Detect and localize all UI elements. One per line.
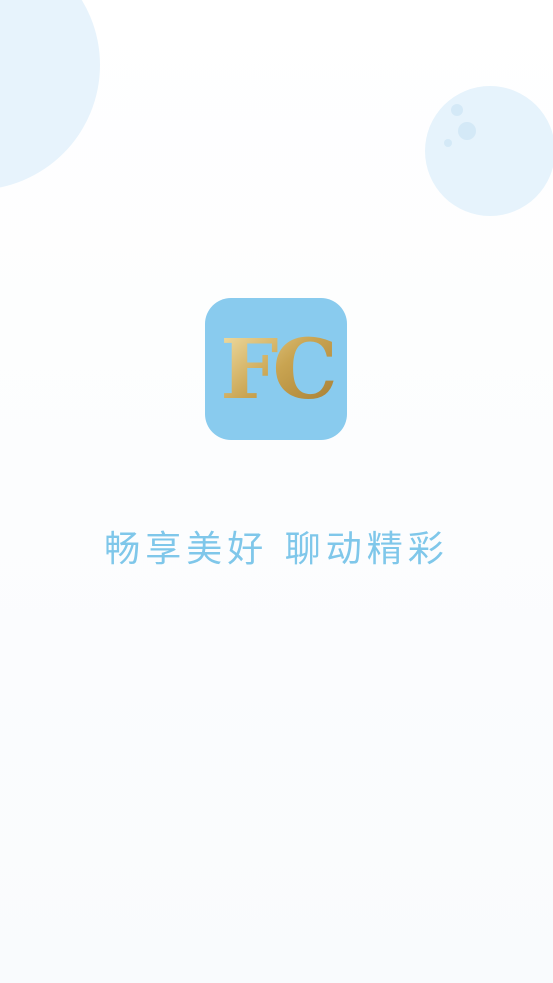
decorative-bubble-large [0, 0, 100, 190]
app-logo-icon: FC [205, 298, 347, 440]
logo-text: FC [220, 322, 334, 418]
decorative-dot [444, 139, 452, 147]
decorative-dot [458, 122, 476, 140]
splash-screen: FC 畅享美好 聊动精彩 [0, 0, 553, 983]
fc-logo-icon: FC [220, 322, 340, 418]
decorative-bubble-small [425, 86, 553, 216]
tagline: 畅享美好 聊动精彩 [104, 529, 449, 570]
decorative-dot [451, 104, 463, 116]
